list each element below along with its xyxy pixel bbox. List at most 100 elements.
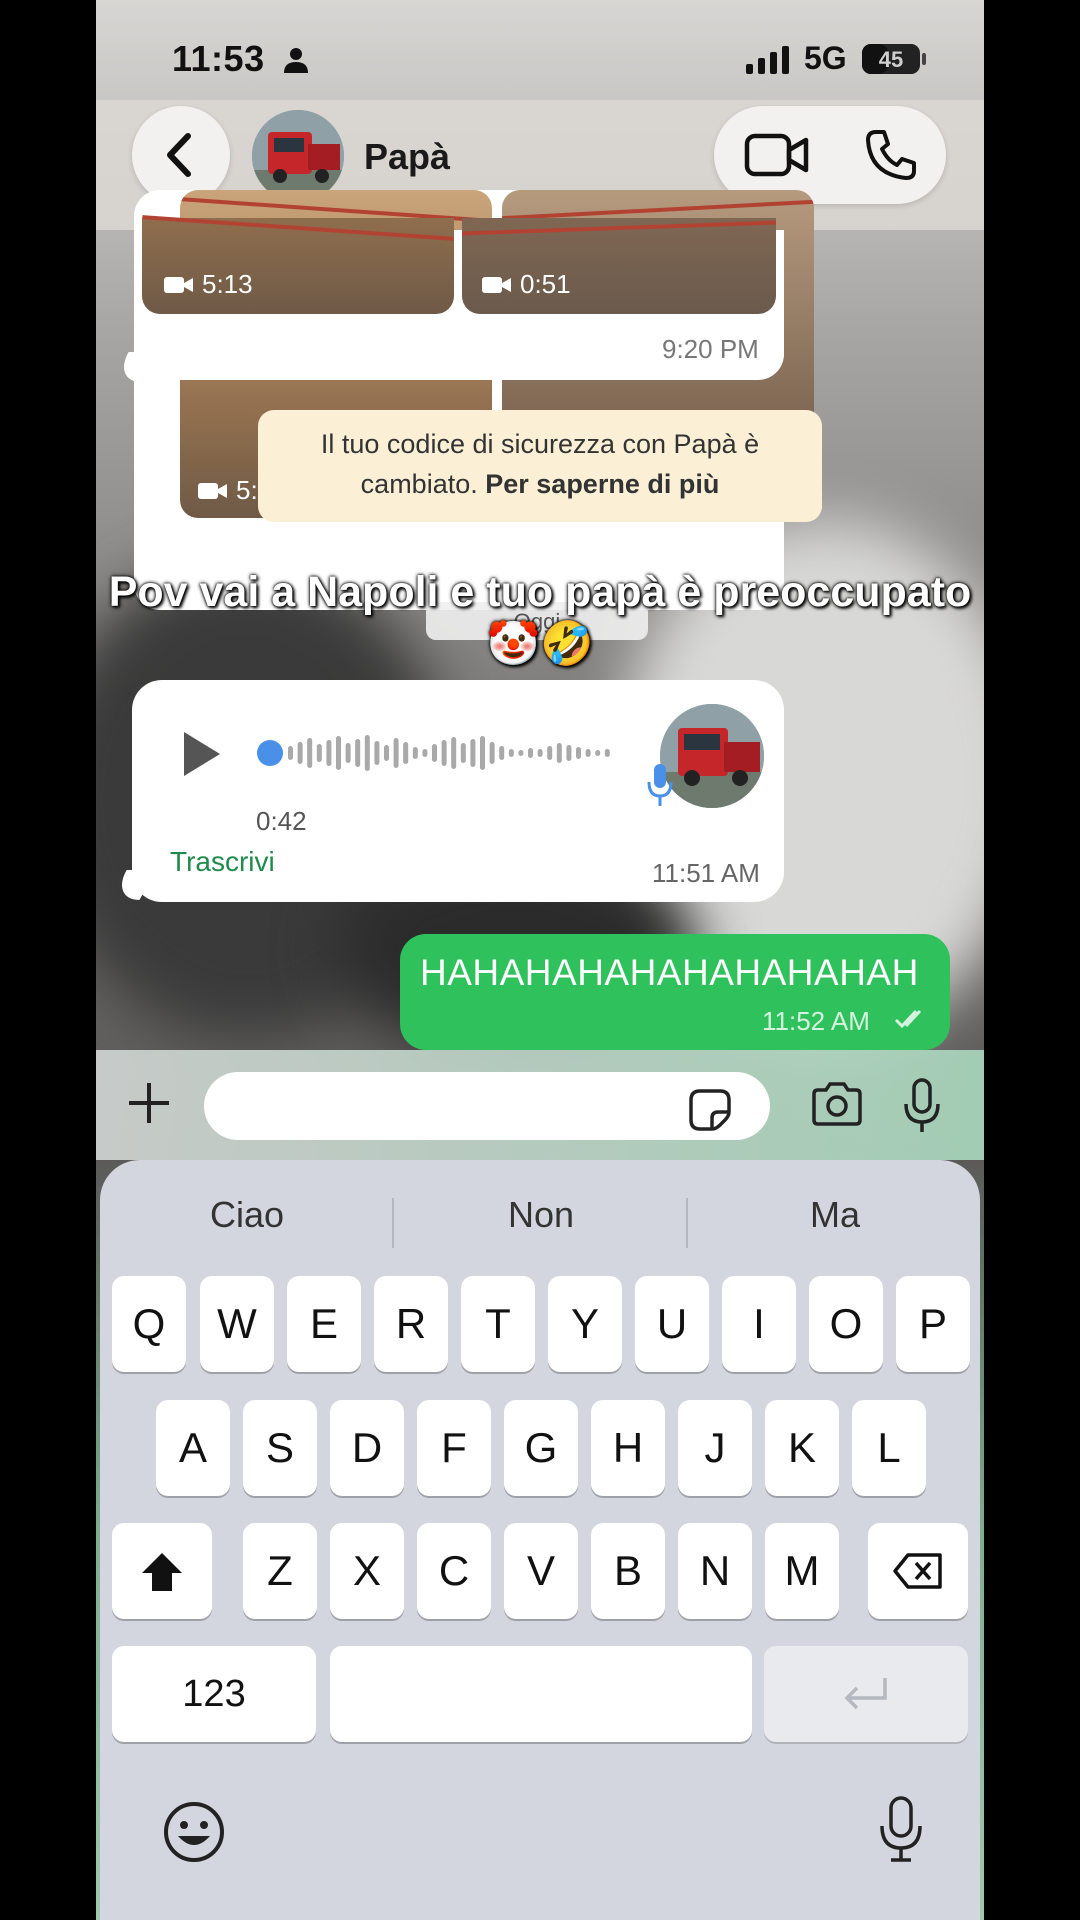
backspace-key[interactable] [868, 1523, 968, 1619]
key-d[interactable]: D [330, 1400, 404, 1496]
key-i[interactable]: I [722, 1276, 796, 1372]
space-key[interactable] [330, 1646, 752, 1742]
voice-record-icon[interactable] [902, 1078, 942, 1134]
return-icon [844, 1678, 887, 1710]
video-duration-2-text: 0:51 [520, 269, 571, 299]
key-j[interactable]: J [678, 1400, 752, 1496]
key-u[interactable]: U [635, 1276, 709, 1372]
waveform-bar [345, 743, 351, 763]
key-m[interactable]: M [765, 1523, 839, 1619]
key-b[interactable]: B [591, 1523, 665, 1619]
key-g[interactable]: G [504, 1400, 578, 1496]
battery-icon: 45 [862, 44, 920, 74]
waveform-bar [422, 749, 428, 757]
waveform-bar [470, 739, 476, 767]
waveform-bar [355, 739, 361, 767]
waveform-bar [537, 749, 543, 757]
key-a[interactable]: A [156, 1400, 230, 1496]
mic-icon [647, 764, 673, 806]
waveform-bar [451, 737, 457, 769]
waveform-bar [297, 742, 303, 764]
play-icon[interactable] [184, 732, 220, 776]
message-input[interactable] [204, 1072, 770, 1140]
key-s[interactable]: S [243, 1400, 317, 1496]
waveform-bar [288, 746, 293, 760]
video-camera-small-icon [198, 482, 227, 499]
keyboard: Ciao Non Ma Q W E R T Y U I O P A S D F … [100, 1160, 980, 1920]
video-thumbnail-2-bottom[interactable]: 0:51 [462, 218, 776, 314]
shift-key[interactable] [112, 1523, 212, 1619]
contact-avatar[interactable] [252, 110, 344, 202]
key-k[interactable]: K [765, 1400, 839, 1496]
suggestion-1[interactable]: Ciao [100, 1180, 394, 1250]
key-v[interactable]: V [504, 1523, 578, 1619]
key-r[interactable]: R [374, 1276, 448, 1372]
key-t[interactable]: T [461, 1276, 535, 1372]
return-key[interactable] [764, 1646, 968, 1742]
waveform-bar [576, 747, 581, 759]
video-call-icon[interactable] [744, 128, 810, 182]
waveform-bar [432, 744, 437, 762]
video-duration-2: 0:51 [482, 269, 571, 300]
key-l[interactable]: L [852, 1400, 926, 1496]
dictation-icon[interactable] [878, 1796, 924, 1864]
outgoing-message-text: HAHAHAHAHAHAHAHAHAH [420, 952, 919, 993]
shift-icon [142, 1553, 182, 1591]
waveform-bar [595, 750, 601, 756]
suggestion-3[interactable]: Ma [688, 1180, 982, 1250]
contact-name[interactable]: Papà [364, 136, 450, 178]
key-p[interactable]: P [896, 1276, 970, 1372]
sticker-icon[interactable] [688, 1088, 732, 1132]
waveform-bar [364, 735, 370, 771]
suggestion-2[interactable]: Non [394, 1180, 688, 1250]
key-q[interactable]: Q [112, 1276, 186, 1372]
waveform-bar [489, 742, 495, 764]
transcribe-button[interactable]: Trascrivi [170, 846, 275, 878]
waveform-bar [460, 743, 466, 763]
video-overlay-caption: Pov vai a Napoli e tuo papà è preoccupat… [108, 568, 972, 668]
media-message-time: 9:20 PM [662, 334, 759, 364]
voice-waveform[interactable] [256, 728, 616, 778]
waveform-bar [307, 738, 313, 768]
learn-more-link[interactable]: Per saperne di più [485, 469, 719, 499]
key-c[interactable]: C [417, 1523, 491, 1619]
outgoing-message-bubble[interactable]: HAHAHAHAHAHAHAHAHAH 11:52 AM [400, 934, 950, 1050]
key-n[interactable]: N [678, 1523, 752, 1619]
waveform-bar [384, 745, 389, 761]
video-duration-1-text: 5:13 [202, 269, 253, 299]
media-bubble-footer: 5:13 0:51 9:20 PM [134, 215, 784, 380]
waveform-bar [528, 748, 533, 758]
camera-icon[interactable] [810, 1082, 864, 1126]
phone-call-icon[interactable] [864, 128, 918, 182]
status-time: 11:53 [172, 38, 265, 79]
waveform-bar [316, 744, 322, 762]
thumbnail-detail [142, 215, 454, 241]
waveform-bar [336, 736, 341, 770]
emoji-icon[interactable] [162, 1800, 226, 1864]
key-z[interactable]: Z [243, 1523, 317, 1619]
waveform-bar [374, 741, 380, 765]
video-duration-1: 5:13 [164, 269, 253, 300]
plus-icon[interactable] [126, 1080, 172, 1126]
key-w[interactable]: W [200, 1276, 274, 1372]
video-camera-small-icon [164, 276, 193, 293]
truck-avatar-image [252, 110, 344, 202]
key-x[interactable]: X [330, 1523, 404, 1619]
numbers-key[interactable]: 123 [112, 1646, 316, 1742]
signal-icon [746, 46, 789, 74]
voice-message-time: 11:51 AM [652, 858, 760, 888]
key-e[interactable]: E [287, 1276, 361, 1372]
video-thumbnail-1-bottom[interactable]: 5:13 [142, 215, 454, 314]
key-y[interactable]: Y [548, 1276, 622, 1372]
waveform-bar [585, 749, 591, 757]
key-o[interactable]: O [809, 1276, 883, 1372]
waveform-bar [403, 742, 409, 764]
key-h[interactable]: H [591, 1400, 665, 1496]
phone-screen: 11:53 5G 45 Papà 5:13 0:51 9:20 PM Il tu… [96, 0, 984, 1920]
waveform-bar [393, 738, 399, 768]
security-code-notice[interactable]: Il tuo codice di sicurezza con Papà è ca… [258, 410, 822, 522]
person-icon [284, 48, 308, 73]
key-f[interactable]: F [417, 1400, 491, 1496]
waveform-bar [412, 747, 418, 759]
battery-tip [922, 53, 926, 65]
